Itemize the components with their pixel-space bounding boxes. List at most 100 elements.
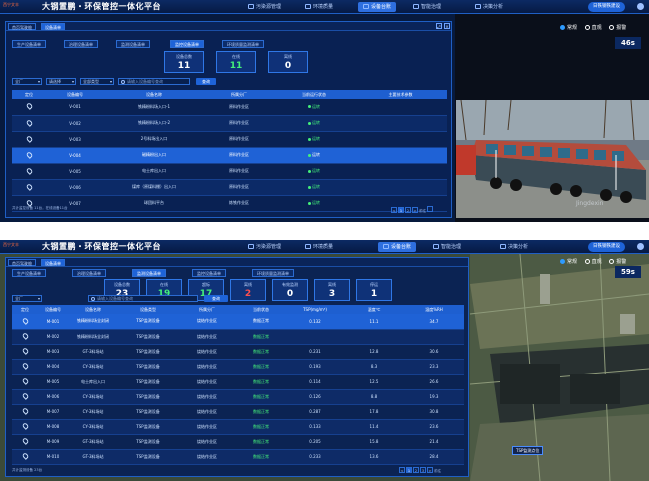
tab-production[interactable]: 生产设备清单	[12, 40, 46, 48]
tab-production[interactable]: 生产设备清单	[12, 269, 46, 277]
map-pin-icon[interactable]	[21, 362, 29, 370]
locate-cell[interactable]	[12, 449, 38, 465]
table-row[interactable]: V-004 磁精粉出入口 原料作业区 运转	[12, 147, 447, 164]
tab-treatment[interactable]: 治理设备清单	[64, 40, 98, 48]
locate-cell[interactable]	[12, 434, 38, 450]
table-row[interactable]: M-006 CY-3料场站 TSP监测设备 烧结作业区 数据正常 0.126 8.8 19.3	[12, 389, 464, 405]
goto-input[interactable]	[427, 206, 434, 212]
camera-feed[interactable]: Jingdexin	[456, 100, 649, 218]
user-menu[interactable]: 日铁钢铁建设	[588, 242, 625, 252]
map-pin-icon[interactable]	[21, 407, 29, 415]
map-pin-icon[interactable]	[25, 118, 33, 127]
locate-cell[interactable]	[12, 359, 38, 375]
table-row[interactable]: V-001 铁精粉料场入口-1 原料作业区 运转	[12, 99, 447, 116]
next-page-button[interactable]: >	[427, 467, 433, 473]
table-row[interactable]: M-003 GT-3料场站 TSP监测设备 烧结作业区 数据正常 0.231 12.8 30.…	[12, 344, 464, 360]
table-row[interactable]: M-009 GT-3料场站 TSP监测设备 烧结作业区 数据正常 0.205 15.8 21.…	[12, 434, 464, 450]
map-pin-icon[interactable]	[25, 102, 33, 111]
tab-monitoring[interactable]: 监测设备清单	[116, 40, 150, 48]
locate-cell[interactable]	[12, 314, 38, 330]
tab-dashboard[interactable]: 首页驾驶舱	[8, 259, 36, 266]
page-2[interactable]: 2	[413, 467, 419, 473]
locate-cell[interactable]	[12, 131, 46, 148]
tab-dashboard[interactable]: 首页驾驶舱	[8, 23, 36, 30]
map-pin-icon[interactable]	[21, 437, 29, 445]
map-pin-icon[interactable]	[21, 452, 29, 460]
page-3[interactable]: 3	[420, 467, 426, 473]
prev-page-button[interactable]: <	[399, 467, 405, 473]
locate-cell[interactable]	[12, 179, 46, 196]
locate-cell[interactable]	[12, 404, 38, 420]
tab-equipment-list[interactable]: 设备清单	[41, 23, 65, 30]
nav-environment[interactable]: 环境质量	[305, 242, 333, 252]
locate-cell[interactable]	[12, 419, 38, 435]
tab-surveillance[interactable]: 监控设备清单	[170, 40, 204, 48]
map-pin-icon[interactable]	[21, 316, 29, 325]
nav-decision[interactable]: 决策分析	[475, 2, 503, 12]
query-button[interactable]: 查询	[196, 78, 216, 85]
query-button[interactable]: 查询	[204, 295, 228, 302]
table-row[interactable]: V-005 电士库出入口 原料作业区 运转	[12, 163, 447, 180]
table-row[interactable]: M-001 铁精粉料场全封闭 TSP监测设备 烧结作业区 数据正常 0.132 11.1 34…	[12, 314, 464, 330]
expand-icon[interactable]: ⤢	[436, 23, 442, 29]
table-row[interactable]: M-004 CY-3料场站 TSP监测设备 烧结作业区 数据正常 0.193 8.3 23.3	[12, 359, 464, 375]
search-input[interactable]: 请输入设备编号查询	[88, 295, 198, 302]
table-row[interactable]: V-007 球团料平台 炼铁作业区 运转	[12, 195, 447, 212]
nav-pollution[interactable]: 污染源管理	[248, 2, 281, 12]
map-pin-icon[interactable]	[25, 134, 33, 143]
map-pin-icon[interactable]	[25, 182, 33, 191]
locate-cell[interactable]	[12, 147, 46, 164]
locate-cell[interactable]	[12, 329, 38, 345]
nav-governance[interactable]: 智能治理	[433, 242, 461, 252]
avatar[interactable]	[637, 3, 644, 10]
table-row[interactable]: M-002 铁精粉料场全封闭 TSP监测设备 烧结作业区 数据正常	[12, 329, 464, 345]
map-point-tooltip[interactable]: TSP监测点位	[512, 446, 544, 455]
filter-plant[interactable]: 全厂 ▾	[12, 78, 42, 85]
locate-cell[interactable]	[12, 344, 38, 360]
map-pin-icon[interactable]	[21, 392, 29, 400]
locate-cell[interactable]	[12, 374, 38, 390]
tab-env-quality[interactable]: 环境质量监测清单	[252, 269, 294, 277]
nav-decision[interactable]: 决策分析	[500, 242, 528, 252]
locate-cell[interactable]	[12, 115, 46, 132]
next-page-button[interactable]: >	[412, 207, 418, 213]
tab-monitoring[interactable]: 监测设备清单	[132, 269, 166, 277]
locate-cell[interactable]	[12, 163, 46, 180]
page-1[interactable]: 1	[398, 207, 404, 213]
nav-environment[interactable]: 环境质量	[305, 2, 333, 12]
filter-type[interactable]: 全部类型 ▾	[80, 78, 114, 85]
table-row[interactable]: M-008 CY-3料场站 TSP监测设备 烧结作业区 数据正常 0.133 11.4 23.…	[12, 419, 464, 435]
table-row[interactable]: V-003 2号料场出入口 原料作业区 运转	[12, 131, 447, 148]
nav-pollution[interactable]: 污染源管理	[248, 242, 281, 252]
mode-intuitive[interactable]: 直观	[584, 25, 602, 31]
close-icon[interactable]: ×	[444, 23, 450, 29]
avatar[interactable]	[637, 243, 644, 250]
search-input[interactable]: 请输入设备编号查询	[118, 78, 190, 85]
map-pin-icon[interactable]	[25, 166, 33, 175]
map-pin-icon[interactable]	[21, 332, 29, 340]
tab-surveillance[interactable]: 监控设备清单	[192, 269, 226, 277]
filter-plant[interactable]: 全厂 ▾	[12, 295, 42, 302]
map-pin-icon[interactable]	[21, 347, 29, 355]
table-row[interactable]: M-007 CY-3料场站 TSP监测设备 烧结作业区 数据正常 0.287 17.8 30.…	[12, 404, 464, 420]
table-row[interactable]: V-006 煤库（原煤料棚）出入口 原料作业区 运转	[12, 179, 447, 196]
map-pin-icon[interactable]	[21, 422, 29, 430]
prev-page-button[interactable]: <	[391, 207, 397, 213]
table-row[interactable]: M-005 电士库出入口 TSP监测设备 烧结作业区 数据正常 0.114 12.5 26.6	[12, 374, 464, 390]
filter-area[interactable]: 请选择 ▾	[46, 78, 76, 85]
mode-alarm[interactable]: 报警	[609, 259, 626, 265]
locate-cell[interactable]	[12, 389, 38, 405]
page-2[interactable]: 2	[405, 207, 411, 213]
tab-equipment-list[interactable]: 设备清单	[41, 259, 65, 266]
table-row[interactable]: V-002 铁精粉料场入口-2 原料作业区 运转	[12, 115, 447, 132]
nav-equipment[interactable]: 设备台账	[358, 2, 397, 12]
map-pin-icon[interactable]	[21, 377, 29, 385]
mode-alarm[interactable]: 报警	[609, 25, 626, 31]
map-pin-icon[interactable]	[25, 150, 33, 159]
nav-equipment[interactable]: 设备台账	[378, 242, 417, 252]
nav-governance[interactable]: 智能治理	[413, 2, 441, 12]
locate-cell[interactable]	[12, 99, 46, 116]
mode-normal[interactable]: 常规	[560, 259, 577, 265]
tab-treatment[interactable]: 治理设备清单	[72, 269, 106, 277]
mode-intuitive[interactable]: 直观	[584, 259, 602, 265]
